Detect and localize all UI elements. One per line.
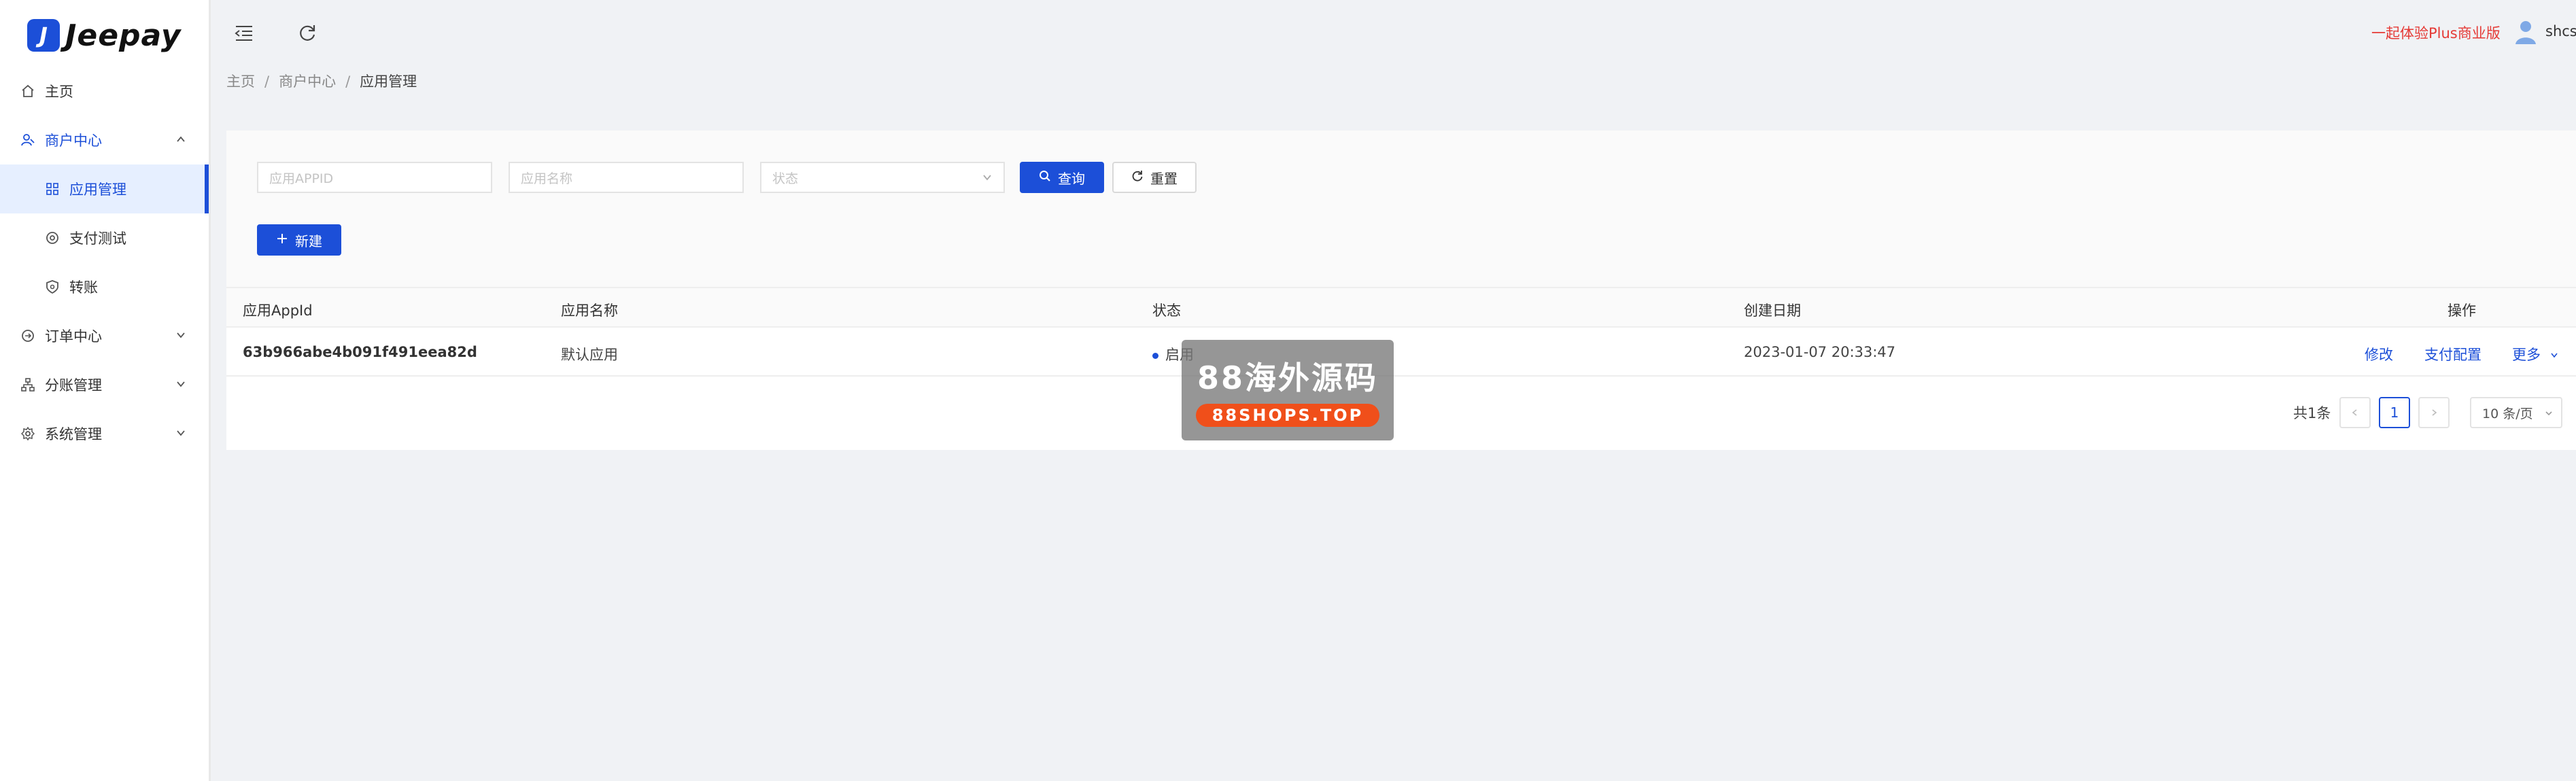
username[interactable]: shcs bbox=[2545, 23, 2576, 39]
chevron-up-icon bbox=[173, 132, 188, 147]
order-icon bbox=[20, 328, 35, 343]
search-icon bbox=[1039, 169, 1051, 186]
page-size-select[interactable]: 10 条/页 bbox=[2470, 397, 2562, 428]
status-select[interactable]: 状态 bbox=[760, 162, 1005, 193]
page-size-value: 10 条/页 bbox=[2482, 406, 2533, 421]
sidebar-item-home[interactable]: 主页 bbox=[0, 67, 209, 116]
settings-icon bbox=[20, 426, 35, 441]
chevron-left-icon bbox=[2350, 404, 2360, 421]
breadcrumb-separator: / bbox=[345, 73, 351, 90]
sidebar-item-label: 支付测试 bbox=[69, 230, 126, 247]
page-1-button[interactable]: 1 bbox=[2379, 397, 2410, 428]
sidebar-item-label: 系统管理 bbox=[45, 426, 102, 442]
table-row: 63b966abe4b091f491eea82d 默认应用 启用 2023-01… bbox=[226, 328, 2576, 377]
reset-button-label: 重置 bbox=[1150, 170, 1178, 187]
appname-input[interactable]: 应用名称 bbox=[509, 162, 744, 193]
reset-button[interactable]: 重置 bbox=[1112, 162, 1197, 193]
sidebar: J Jeepay 主页 商户中心 应用管理 支付测试 转账 订单中心 分账管理 … bbox=[0, 0, 211, 781]
app-list-card: 应用APPID 应用名称 状态 查询 重置 新建 应用AppId 应用名称 状态… bbox=[226, 131, 2576, 450]
filter-panel: 应用APPID 应用名称 状态 查询 重置 新建 bbox=[226, 131, 2576, 287]
app-logo[interactable]: J Jeepay bbox=[27, 15, 182, 56]
status-select-placeholder: 状态 bbox=[772, 171, 799, 186]
column-header: 状态 bbox=[1152, 302, 1181, 319]
column-header: 应用名称 bbox=[561, 302, 618, 319]
sidebar-item-label: 分账管理 bbox=[45, 377, 102, 394]
breadcrumb-home[interactable]: 主页 bbox=[226, 73, 255, 90]
sidebar-item-system-management[interactable]: 系统管理 bbox=[0, 409, 209, 458]
breadcrumb-current: 应用管理 bbox=[360, 73, 417, 90]
search-button-label: 查询 bbox=[1058, 170, 1085, 187]
top-bar bbox=[211, 0, 2576, 68]
watermark-title: 88海外源码 bbox=[1197, 360, 1378, 396]
sidebar-item-app-management[interactable]: 应用管理 bbox=[0, 164, 209, 213]
sidebar-item-label: 主页 bbox=[45, 84, 73, 100]
sidebar-item-label: 转账 bbox=[69, 279, 98, 296]
breadcrumb-merchant[interactable]: 商户中心 bbox=[279, 73, 336, 90]
column-header: 创建日期 bbox=[1744, 302, 1801, 319]
watermark: 88海外源码 88SHOPS.TOP bbox=[1182, 340, 1394, 440]
sidebar-item-transfer[interactable]: 转账 bbox=[0, 262, 209, 311]
add-app-button[interactable]: 新建 bbox=[257, 224, 341, 256]
home-icon bbox=[20, 84, 35, 99]
plus-icon bbox=[276, 232, 288, 248]
reset-icon bbox=[1131, 169, 1144, 186]
logo-mark: J bbox=[27, 19, 60, 52]
table-header: 应用AppId 应用名称 状态 创建日期 操作 bbox=[226, 287, 2576, 328]
app-id-cell: 63b966abe4b091f491eea82d bbox=[243, 344, 477, 360]
sidebar-item-label: 订单中心 bbox=[45, 328, 102, 345]
sidebar-item-order-center[interactable]: 订单中心 bbox=[0, 311, 209, 360]
sidebar-item-label: 应用管理 bbox=[69, 181, 126, 198]
chevron-down-icon bbox=[173, 426, 188, 440]
add-app-button-label: 新建 bbox=[295, 232, 322, 249]
pay-test-icon bbox=[45, 230, 60, 245]
app-name: Jeepay bbox=[65, 18, 182, 53]
more-label: 更多 bbox=[2512, 347, 2541, 363]
search-button[interactable]: 查询 bbox=[1020, 162, 1104, 193]
split-icon bbox=[20, 377, 35, 392]
chevron-down-icon bbox=[173, 377, 188, 392]
watermark-subtitle: 88SHOPS.TOP bbox=[1195, 404, 1380, 427]
next-page-button[interactable] bbox=[2418, 397, 2450, 428]
created-date-cell: 2023-01-07 20:33:47 bbox=[1744, 344, 1896, 360]
appid-input[interactable]: 应用APPID bbox=[257, 162, 492, 193]
pay-config-link[interactable]: 支付配置 bbox=[2424, 344, 2481, 364]
apps-icon bbox=[45, 181, 60, 196]
chevron-down-icon bbox=[2543, 407, 2554, 422]
column-header: 应用AppId bbox=[243, 302, 313, 319]
breadcrumb-separator: / bbox=[264, 73, 270, 90]
merchant-icon bbox=[20, 133, 35, 147]
sidebar-menu: 主页 商户中心 应用管理 支付测试 转账 订单中心 分账管理 系统管理 bbox=[0, 67, 209, 458]
pagination-total: 共1条 bbox=[2293, 405, 2331, 421]
refresh-icon[interactable] bbox=[297, 23, 317, 44]
prev-page-button[interactable] bbox=[2339, 397, 2371, 428]
sidebar-item-merchant-center[interactable]: 商户中心 bbox=[0, 116, 209, 164]
chevron-down-icon bbox=[173, 328, 188, 343]
menu-fold-icon[interactable] bbox=[234, 23, 254, 44]
sidebar-item-label: 商户中心 bbox=[45, 133, 102, 149]
chevron-right-icon bbox=[2429, 404, 2439, 421]
chevron-down-icon bbox=[2549, 347, 2559, 363]
edit-link[interactable]: 修改 bbox=[2365, 344, 2393, 364]
status-dot bbox=[1152, 352, 1158, 359]
transfer-icon bbox=[45, 279, 60, 294]
avatar[interactable] bbox=[2514, 19, 2537, 45]
app-name-cell: 默认应用 bbox=[561, 347, 618, 363]
chevron-down-icon bbox=[980, 171, 994, 188]
column-header: 操作 bbox=[2448, 302, 2476, 319]
sidebar-item-split-management[interactable]: 分账管理 bbox=[0, 360, 209, 409]
breadcrumb: 主页 / 商户中心 / 应用管理 bbox=[226, 71, 417, 91]
plus-promo-link[interactable]: 一起体验Plus商业版 bbox=[2371, 22, 2501, 43]
sidebar-item-pay-test[interactable]: 支付测试 bbox=[0, 213, 209, 262]
more-dropdown[interactable]: 更多 bbox=[2512, 344, 2559, 364]
